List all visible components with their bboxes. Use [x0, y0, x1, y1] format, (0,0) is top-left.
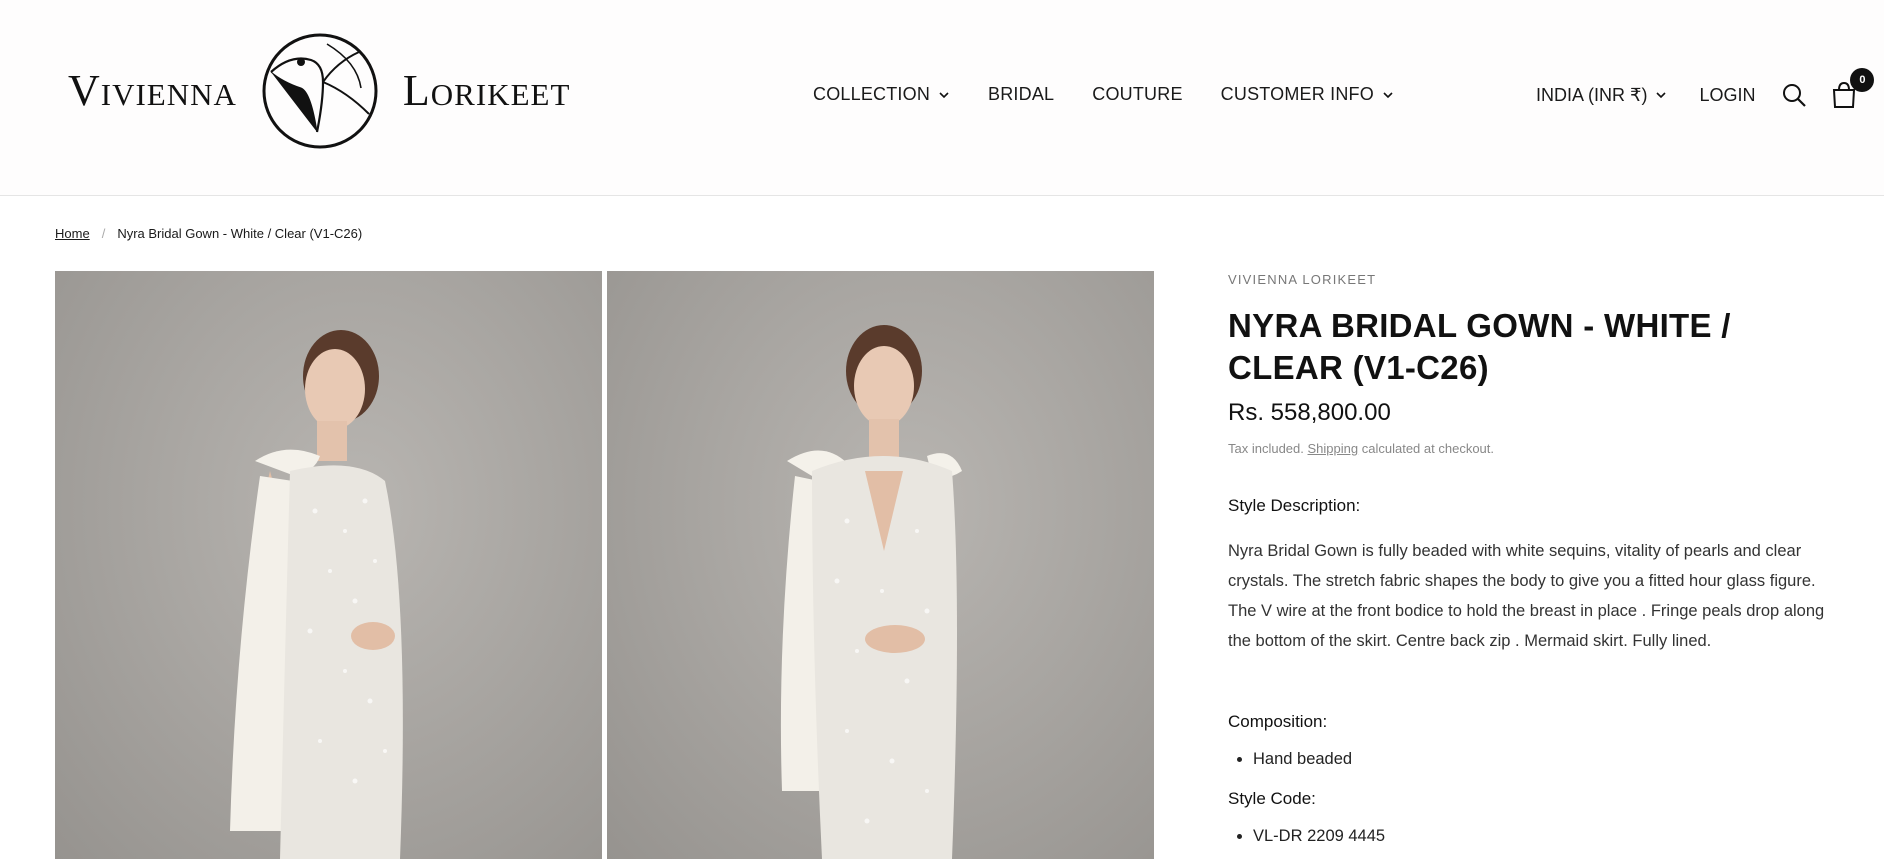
- nav-item-label: COUTURE: [1092, 84, 1183, 104]
- model-side-view-image: [230, 330, 403, 859]
- nav-item-label: CUSTOMER INFO: [1220, 84, 1374, 104]
- composition-heading: Composition:: [1228, 712, 1328, 731]
- nav-item-bridal[interactable]: BRIDAL: [988, 84, 1054, 105]
- lorikeet-emblem-icon: [262, 33, 378, 149]
- tax-suffix: calculated at checkout.: [1361, 441, 1494, 456]
- nav-item-customer-info[interactable]: CUSTOMER INFO: [1221, 84, 1394, 105]
- nav-item-label: COLLECTION: [813, 84, 931, 104]
- nav-item-label: BRIDAL: [988, 84, 1055, 104]
- nav-item-collection[interactable]: COLLECTION: [813, 84, 950, 105]
- style-code-heading: Style Code:: [1228, 789, 1316, 808]
- chevron-down-icon: [1383, 91, 1393, 98]
- tax-prefix: Tax included.: [1228, 441, 1304, 456]
- logo-word-right: Lorikeet: [402, 66, 571, 115]
- product-title: NYRA BRIDAL GOWN - WHITE / CLEAR (V1-C26…: [1228, 307, 1731, 386]
- composition-item: Hand beaded: [1253, 750, 1353, 768]
- product-gallery: [55, 271, 1154, 859]
- breadcrumb: Home / Nyra Bridal Gown - White / Clear …: [55, 226, 362, 241]
- breadcrumb-separator: /: [101, 226, 106, 241]
- style-description-text: Nyra Bridal Gown is fully beaded with wh…: [1228, 542, 1825, 650]
- brand-logo[interactable]: Vivienna Lorikeet: [68, 32, 570, 150]
- product-vendor: VIVIENNA LORIKEET: [1228, 272, 1377, 287]
- breadcrumb-current: Nyra Bridal Gown - White / Clear (V1-C26…: [117, 226, 363, 241]
- logo-word-left: Vivienna: [68, 66, 237, 115]
- site-header: Vivienna Lorikeet COLLECTION BRIDAL COUT…: [0, 0, 1884, 196]
- chevron-down-icon: [1656, 92, 1667, 99]
- header-actions: INDIA (INR ₹) LOGIN 0: [1536, 68, 1875, 110]
- style-code-item: VL-DR 2209 4445: [1253, 827, 1386, 845]
- style-description-heading: Style Description:: [1228, 496, 1361, 515]
- chevron-down-icon: [939, 91, 949, 98]
- currency-label: INDIA (INR ₹): [1536, 84, 1648, 105]
- nav-item-couture[interactable]: COUTURE: [1092, 84, 1182, 105]
- currency-selector[interactable]: INDIA (INR ₹): [1536, 85, 1667, 106]
- search-icon[interactable]: [1781, 82, 1807, 108]
- login-link[interactable]: LOGIN: [1699, 85, 1755, 106]
- tax-note: Tax included. Shipping calculated at che…: [1228, 441, 1828, 456]
- model-front-view-image: [780, 325, 962, 859]
- product-image-2[interactable]: [607, 271, 1154, 859]
- breadcrumb-home-link[interactable]: Home: [55, 226, 90, 241]
- cart-count-badge: 0: [1850, 68, 1875, 92]
- main-nav: COLLECTION BRIDAL COUTURE CUSTOMER INFO: [813, 84, 1432, 105]
- shipping-link[interactable]: Shipping: [1308, 441, 1359, 456]
- product-info: VIVIENNA LORIKEET NYRA BRIDAL GOWN - WHI…: [1228, 272, 1828, 846]
- product-image-1[interactable]: [55, 271, 602, 859]
- cart-button[interactable]: 0: [1829, 68, 1875, 110]
- product-price: Rs. 558,800.00: [1228, 399, 1391, 426]
